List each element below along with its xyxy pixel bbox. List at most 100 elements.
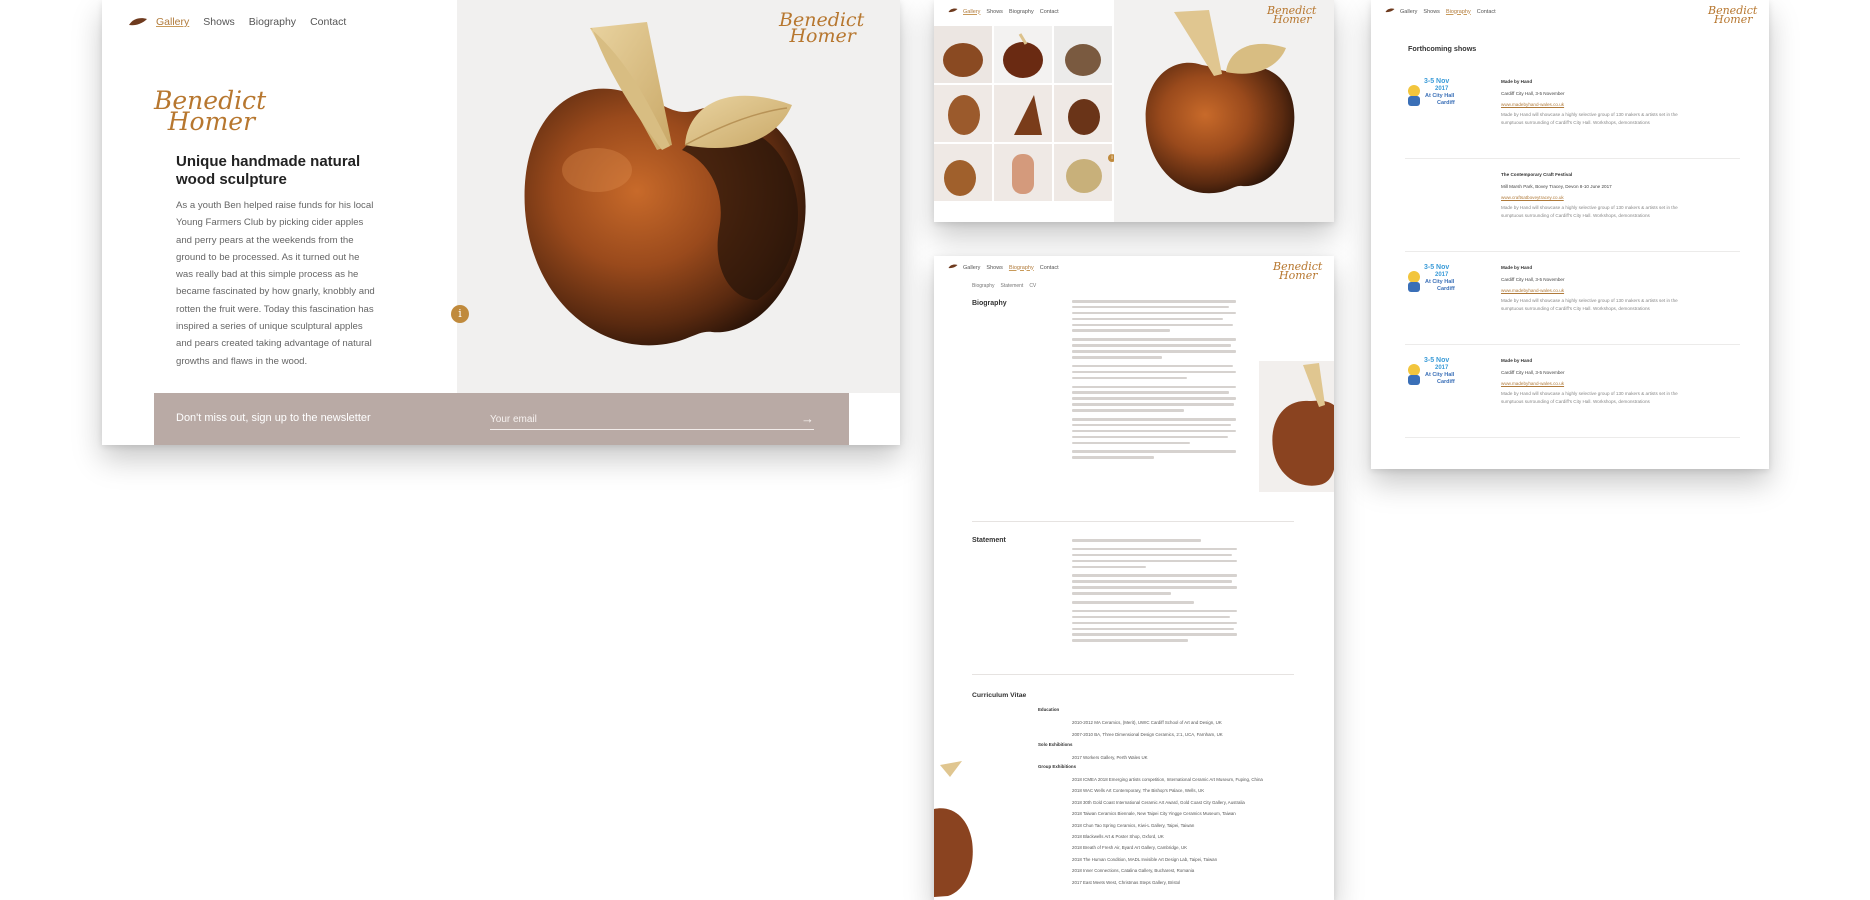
bio-subnav: Biography Statement CV: [972, 283, 1036, 289]
divider: [972, 521, 1294, 522]
nav-biography[interactable]: Biography: [1009, 9, 1034, 15]
badge-venue1: At City Hall: [1425, 279, 1455, 285]
hero-image: i Benedict Homer: [451, 0, 900, 393]
top-nav: Gallery Shows Biography Contact: [128, 16, 346, 28]
badge-dates: 3-5 Nov: [1424, 78, 1450, 85]
badge-venue2: Cardiff: [1437, 379, 1455, 385]
thumbnail[interactable]: [994, 26, 1052, 83]
brand-logo[interactable]: Benedict Homer: [154, 88, 266, 137]
statement-text-block: [1072, 539, 1237, 645]
nav-shows[interactable]: Shows: [986, 265, 1003, 271]
nav-gallery[interactable]: Gallery: [963, 265, 980, 271]
cv-entry: 2018 Chun Tao Spring Ceramics, Kiwi-L Ga…: [1072, 822, 1195, 828]
show-item: The Contemporary Craft Festival Mill Mars…: [1405, 161, 1740, 252]
hero-paragraph: As a youth Ben helped raise funds for hi…: [176, 197, 406, 370]
show-item: 3-5 Nov 2017 At City Hall Cardiff Made by Ha…: [1405, 347, 1740, 438]
show-badge: 3-5 Nov 2017 At City Hall Cardiff: [1405, 264, 1461, 296]
show-badge: 3-5 Nov 2017 At City Hall Cardiff: [1405, 357, 1461, 389]
nav-gallery[interactable]: Gallery: [963, 9, 980, 15]
cv-entry: 2018 30th Gold Coast International Ceram…: [1072, 799, 1245, 805]
thumbnail[interactable]: [1054, 85, 1112, 142]
cv-entry: 2018 ICMEA 2018 Emerging artists competi…: [1072, 777, 1263, 782]
nav-biography[interactable]: Biography: [1446, 9, 1471, 15]
leaf-icon[interactable]: [948, 8, 958, 15]
nav-gallery[interactable]: Gallery: [156, 16, 189, 28]
badge-venue2: Cardiff: [1437, 100, 1455, 106]
thumbnail[interactable]: [934, 26, 992, 83]
show-link[interactable]: www.craftsatboveytracey.co.uk: [1501, 192, 1741, 204]
subnav-statement[interactable]: Statement: [1001, 283, 1024, 289]
nav-contact[interactable]: Contact: [310, 16, 346, 28]
submit-arrow-icon[interactable]: →: [801, 411, 814, 426]
divider: [972, 674, 1294, 675]
gallery-nav: Gallery Shows Biography Contact: [948, 8, 1059, 15]
show-title: Made by Hand: [1501, 79, 1533, 84]
cv-entry: 2018 Inner Connections, Catalina Gallery…: [1072, 868, 1195, 874]
cv-entry: 2018 Breath of Fresh Air, Byard Art Gall…: [1072, 845, 1188, 851]
shows-page-mockup: Gallery Shows Biography Contact Benedict…: [1371, 0, 1769, 469]
nav-shows[interactable]: Shows: [203, 16, 235, 28]
shows-list: 3-5 Nov 2017 At City Hall Cardiff Made by Ha…: [1405, 68, 1740, 440]
brand-logo-small[interactable]: Benedict Homer: [779, 11, 864, 46]
leaf-icon[interactable]: [128, 17, 148, 27]
cv-entry: 2017 East Meets West, Christmas Steps Ga…: [1072, 879, 1181, 885]
thumbnail[interactable]: [1054, 144, 1112, 201]
show-title: The Contemporary Craft Festival: [1501, 172, 1573, 177]
brand-logo-small[interactable]: Benedict Homer: [1267, 5, 1316, 27]
newsletter-label: Don't miss out, sign up to the newslette…: [176, 412, 371, 424]
shows-heading: Forthcoming shows: [1408, 44, 1477, 53]
nav-biography[interactable]: Biography: [1009, 265, 1034, 271]
cv-entry: 2007-2010 BA, Three Dimensional Design C…: [1072, 731, 1223, 737]
thumbnail[interactable]: [934, 85, 992, 142]
show-item: 3-5 Nov 2017 At City Hall Cardiff Made by Ha…: [1405, 254, 1740, 345]
brand-line2: Homer: [167, 107, 256, 137]
thumbnail[interactable]: [934, 144, 992, 201]
show-link[interactable]: www.madebyhand-wales.co.uk: [1501, 99, 1741, 111]
hero-paragraph-line: became fascinated by how gnarly, knobbly…: [176, 286, 375, 298]
hero-paragraph-line: inspired a series of unique sculptural a…: [176, 321, 363, 333]
cv-side-image: [934, 761, 982, 900]
nav-contact[interactable]: Contact: [1040, 265, 1059, 271]
nav-contact[interactable]: Contact: [1040, 9, 1059, 15]
thumbnail[interactable]: [994, 85, 1052, 142]
show-venue: Cardiff City Hall, 3-5 November: [1501, 90, 1565, 96]
nav-biography[interactable]: Biography: [249, 16, 296, 28]
leaf-icon[interactable]: [948, 264, 958, 271]
hero-title: Unique handmade natural wood sculpture: [176, 153, 360, 189]
cv-entry: 2018 The Human Condition, MADL Invisible…: [1072, 856, 1218, 862]
email-field[interactable]: Your email →: [490, 410, 814, 430]
brand-small-line2: Homer: [1273, 13, 1312, 27]
show-desc-line2: sumptuous surrounding of Cardiff's City …: [1501, 212, 1650, 218]
hero-title-line2: wood sculpture: [176, 171, 287, 188]
nav-gallery[interactable]: Gallery: [1400, 9, 1417, 15]
subnav-cv[interactable]: CV: [1029, 283, 1036, 289]
bio-nav: Gallery Shows Biography Contact: [948, 264, 1059, 271]
statement-heading: Statement: [972, 537, 1006, 544]
info-badge[interactable]: i: [451, 305, 469, 323]
apple-sculpture-image: [524, 22, 806, 346]
thumbnail[interactable]: [994, 144, 1052, 201]
brand-small-line2: Homer: [1714, 13, 1753, 27]
cv-solo-label: Solo Exhibitions: [1038, 742, 1073, 747]
nav-shows[interactable]: Shows: [986, 9, 1003, 15]
hero-paragraph-line: was really bad at this simple process as…: [176, 269, 359, 281]
hero-paragraph-line: growths and flaws in the wood.: [176, 355, 308, 367]
show-venue: Mill Marsh Park, Bovey Tracey, Devon 8-1…: [1501, 183, 1612, 189]
cv-solo-list: 2017 Workers Gallery, Perth Wales UK: [1072, 752, 1302, 764]
gallery-main-image: Benedict Homer: [1114, 0, 1334, 222]
show-info: The Contemporary Craft Festival Mill Mars…: [1501, 169, 1741, 220]
show-link[interactable]: www.madebyhand-wales.co.uk: [1501, 285, 1741, 297]
cv-entry: 2017 Workers Gallery, Perth Wales UK: [1072, 755, 1148, 760]
thumbnail[interactable]: [1054, 26, 1112, 83]
nav-contact[interactable]: Contact: [1477, 9, 1496, 15]
hero-paragraph-line: Young Farmers Club by picking cider appl…: [176, 217, 364, 229]
hero-paragraph-line: and pears created taking advantage of na…: [176, 338, 372, 350]
brand-logo-small[interactable]: Benedict Homer: [1708, 5, 1757, 27]
show-link[interactable]: www.madebyhand-wales.co.uk: [1501, 378, 1741, 390]
brand-logo-small[interactable]: Benedict Homer: [1273, 261, 1322, 282]
biography-heading: Biography: [972, 300, 1007, 307]
nav-shows[interactable]: Shows: [1423, 9, 1440, 15]
cv-education-list: 2010-2012 MA Ceramics, (Merit), UWIC Car…: [1072, 717, 1302, 740]
leaf-icon[interactable]: [1385, 8, 1395, 15]
subnav-biography[interactable]: Biography: [972, 283, 995, 289]
